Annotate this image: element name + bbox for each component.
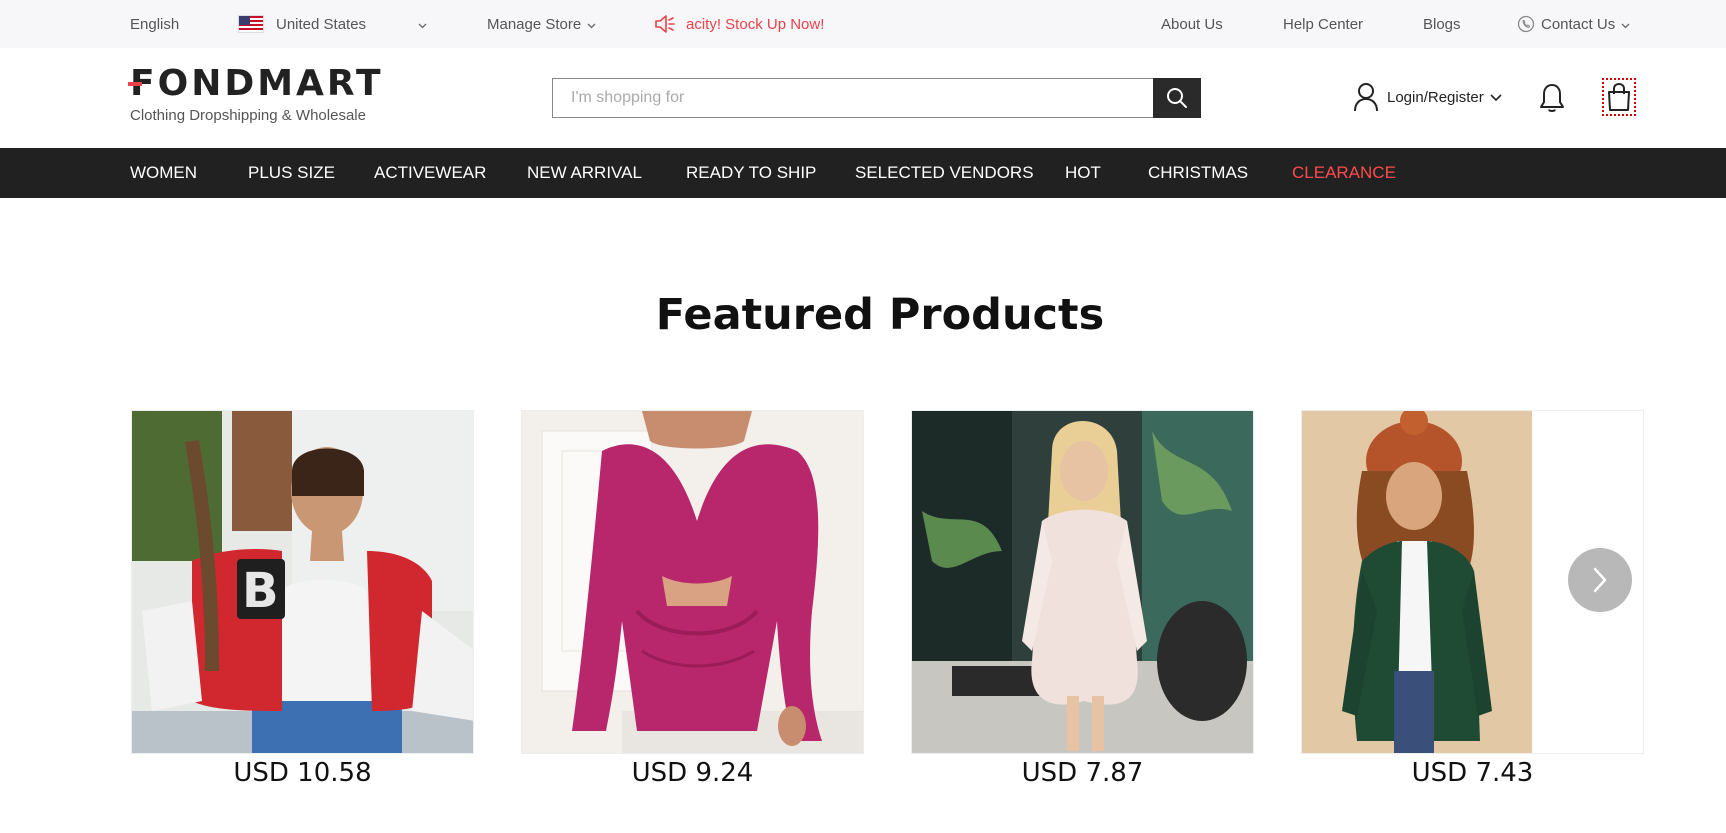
carousel-next-button[interactable] <box>1568 548 1632 612</box>
chevron-right-icon <box>1593 567 1607 593</box>
svg-text:B: B <box>242 563 279 619</box>
search-bar <box>552 78 1201 118</box>
product-price: USD 7.43 <box>1411 758 1534 788</box>
chevron-down-icon <box>587 16 596 33</box>
login-register-label: Login/Register <box>1387 88 1484 106</box>
chevron-down-icon <box>1490 89 1502 106</box>
nav-new-arrival[interactable]: NEW ARRIVAL <box>527 148 642 198</box>
login-register-menu[interactable]: Login/Register <box>1353 82 1502 112</box>
product-image[interactable] <box>521 410 864 754</box>
about-us-link[interactable]: About Us <box>1161 0 1223 48</box>
notifications-button[interactable] <box>1538 82 1566 119</box>
help-center-link[interactable]: Help Center <box>1283 0 1363 48</box>
logo-tagline: Clothing Dropshipping & Wholesale <box>130 107 366 124</box>
top-utility-bar: English United States Manage Store acity… <box>0 0 1726 48</box>
megaphone-icon <box>655 15 675 33</box>
country-label: United States <box>276 15 367 33</box>
featured-products-title: Featured Products <box>655 290 1105 340</box>
nav-christmas[interactable]: CHRISTMAS <box>1148 148 1248 198</box>
country-selector[interactable]: United States <box>238 0 427 48</box>
logo-accent <box>128 82 142 86</box>
search-button[interactable] <box>1153 78 1201 118</box>
promo-banner[interactable]: acity! Stock Up Now! <box>654 0 824 48</box>
product-image[interactable]: B <box>131 410 474 754</box>
nav-activewear[interactable]: ACTIVEWEAR <box>374 148 486 198</box>
bell-icon <box>1540 84 1564 112</box>
logo-wordmark: FONDMART <box>128 63 384 104</box>
about-us-label: About Us <box>1161 15 1223 33</box>
chevron-down-icon <box>1621 16 1630 33</box>
phone-icon <box>1517 15 1535 33</box>
nav-selected-vendors[interactable]: SELECTED VENDORS <box>855 148 1034 198</box>
contact-us-label: Contact Us <box>1541 15 1616 33</box>
search-input[interactable] <box>552 78 1154 118</box>
nav-clearance[interactable]: CLEARANCE <box>1292 148 1396 198</box>
product-price: USD 7.87 <box>1021 758 1144 788</box>
promo-text: acity! Stock Up Now! <box>686 15 825 33</box>
cart-button[interactable] <box>1602 78 1636 116</box>
language-label: English <box>130 15 180 33</box>
blogs-label: Blogs <box>1423 15 1461 33</box>
product-image[interactable] <box>911 410 1254 754</box>
blogs-link[interactable]: Blogs <box>1423 0 1461 48</box>
product-card[interactable]: USD 7.87 <box>911 410 1254 788</box>
user-icon <box>1354 83 1378 112</box>
chevron-down-icon <box>418 16 427 33</box>
shopping-bag-icon <box>1608 82 1630 111</box>
product-price: USD 10.58 <box>233 758 372 788</box>
product-price: USD 9.24 <box>631 758 754 788</box>
search-icon <box>1167 88 1188 108</box>
fondmart-logo[interactable]: FONDMART Clothing Dropshipping & Wholesa… <box>128 63 384 124</box>
nav-plus-size[interactable]: PLUS SIZE <box>248 148 335 198</box>
product-card[interactable]: USD 9.24 <box>521 410 864 788</box>
nav-hot[interactable]: HOT <box>1065 148 1101 198</box>
main-nav: WOMEN PLUS SIZE ACTIVEWEAR NEW ARRIVAL R… <box>0 148 1726 198</box>
logo-text: FONDMART <box>130 63 384 104</box>
nav-ready-to-ship[interactable]: READY TO SHIP <box>686 148 816 198</box>
manage-store-label: Manage Store <box>487 15 582 33</box>
product-card[interactable]: B USD 10.58 <box>131 410 474 788</box>
help-center-label: Help Center <box>1283 15 1364 33</box>
contact-us-menu[interactable]: Contact Us <box>1517 0 1630 48</box>
site-header: FONDMART Clothing Dropshipping & Wholesa… <box>0 48 1726 148</box>
us-flag-icon <box>238 15 264 33</box>
manage-store-menu[interactable]: Manage Store <box>487 0 596 48</box>
nav-women[interactable]: WOMEN <box>130 148 197 198</box>
language-selector[interactable]: English <box>130 0 179 48</box>
